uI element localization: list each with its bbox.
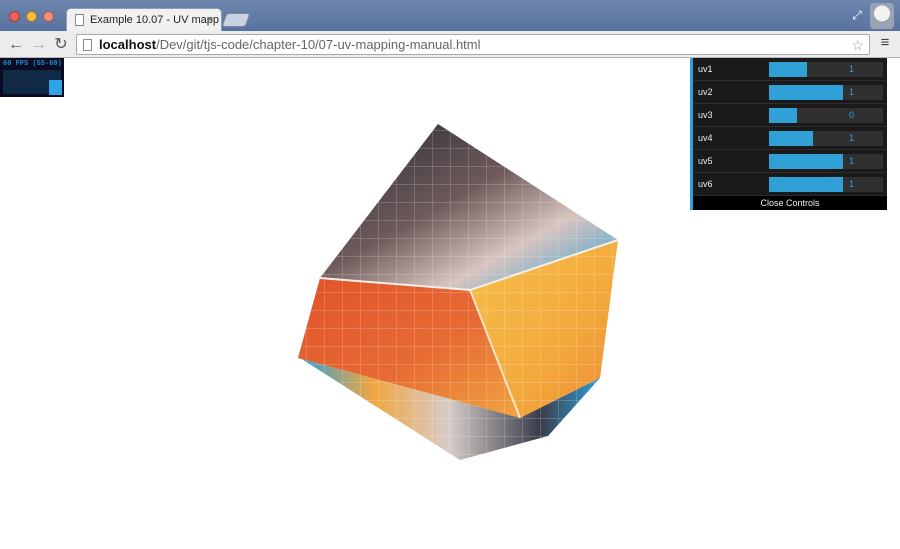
slider-label: uv1 [698, 64, 713, 74]
url-path: /Dev/git/tjs-code/chapter-10/07-uv-mappi… [156, 37, 481, 52]
window-minimize-icon[interactable] [26, 11, 37, 22]
slider-row-uv6[interactable]: uv6 1 [693, 173, 887, 196]
slider-row-uv3[interactable]: uv3 0 [693, 104, 887, 127]
slider-track[interactable] [769, 154, 843, 169]
page-icon [75, 14, 84, 26]
slider-label: uv4 [698, 133, 713, 143]
hamburger-menu-icon[interactable]: ≡ [878, 35, 892, 50]
slider-value-input[interactable]: 1 [843, 177, 883, 192]
slider-row-uv5[interactable]: uv5 1 [693, 150, 887, 173]
address-bar[interactable]: localhost /Dev/git/tjs-code/chapter-10/0… [76, 34, 870, 55]
fps-graph-bar [49, 80, 62, 95]
slider-value-input[interactable]: 0 [843, 108, 883, 123]
slider-label: uv2 [698, 87, 713, 97]
browser-tab[interactable]: Example 10.07 - UV mapp × [66, 8, 222, 31]
slider-row-uv1[interactable]: uv1 1 [693, 58, 887, 81]
window-close-icon[interactable] [9, 11, 20, 22]
slider-track[interactable] [769, 85, 843, 100]
user-avatar[interactable] [870, 3, 894, 29]
slider-value-input[interactable]: 1 [843, 62, 883, 77]
slider-value-input[interactable]: 1 [843, 85, 883, 100]
slider-label: uv6 [698, 179, 713, 189]
new-tab-button[interactable] [221, 13, 251, 27]
slider-fill [769, 177, 843, 192]
slider-track[interactable] [769, 131, 843, 146]
slider-row-uv2[interactable]: uv2 1 [693, 81, 887, 104]
bookmark-star-icon[interactable]: ☆ [851, 36, 864, 54]
forward-arrow-icon[interactable]: → [30, 36, 48, 54]
back-arrow-icon[interactable]: ← [7, 36, 25, 54]
slider-row-uv4[interactable]: uv4 1 [693, 127, 887, 150]
fps-label: 60 FPS (55-60) [3, 60, 62, 68]
slider-fill [769, 108, 798, 123]
slider-fill [769, 131, 814, 146]
reload-icon[interactable]: ↻ [52, 36, 70, 54]
slider-label: uv3 [698, 110, 713, 120]
slider-track[interactable] [769, 62, 843, 77]
slider-track[interactable] [769, 177, 843, 192]
slider-value-input[interactable]: 1 [843, 131, 883, 146]
close-controls-button[interactable]: Close Controls [693, 196, 887, 210]
slider-fill [769, 154, 843, 169]
controls-panel: uv1 1 uv2 1 uv3 0 uv4 1 uv5 1 uv6 1 Clos… [690, 58, 887, 210]
tab-title: Example 10.07 - UV mapp [90, 14, 220, 26]
fps-stats-panel[interactable]: 60 FPS (55-60) [0, 58, 64, 97]
browser-toolbar: ← → ↻ localhost /Dev/git/tjs-code/chapte… [0, 31, 900, 58]
document-icon [83, 38, 92, 51]
slider-fill [769, 62, 808, 77]
window-titlebar: Example 10.07 - UV mapp × ⤢ [0, 0, 900, 31]
url-host: localhost [99, 37, 157, 52]
window-maximize-icon[interactable] [43, 11, 54, 22]
slider-track[interactable] [769, 108, 843, 123]
fullscreen-icon[interactable]: ⤢ [850, 8, 864, 22]
slider-value-input[interactable]: 1 [843, 154, 883, 169]
slider-fill [769, 85, 843, 100]
slider-label: uv5 [698, 156, 713, 166]
tab-close-icon[interactable]: × [204, 14, 216, 26]
